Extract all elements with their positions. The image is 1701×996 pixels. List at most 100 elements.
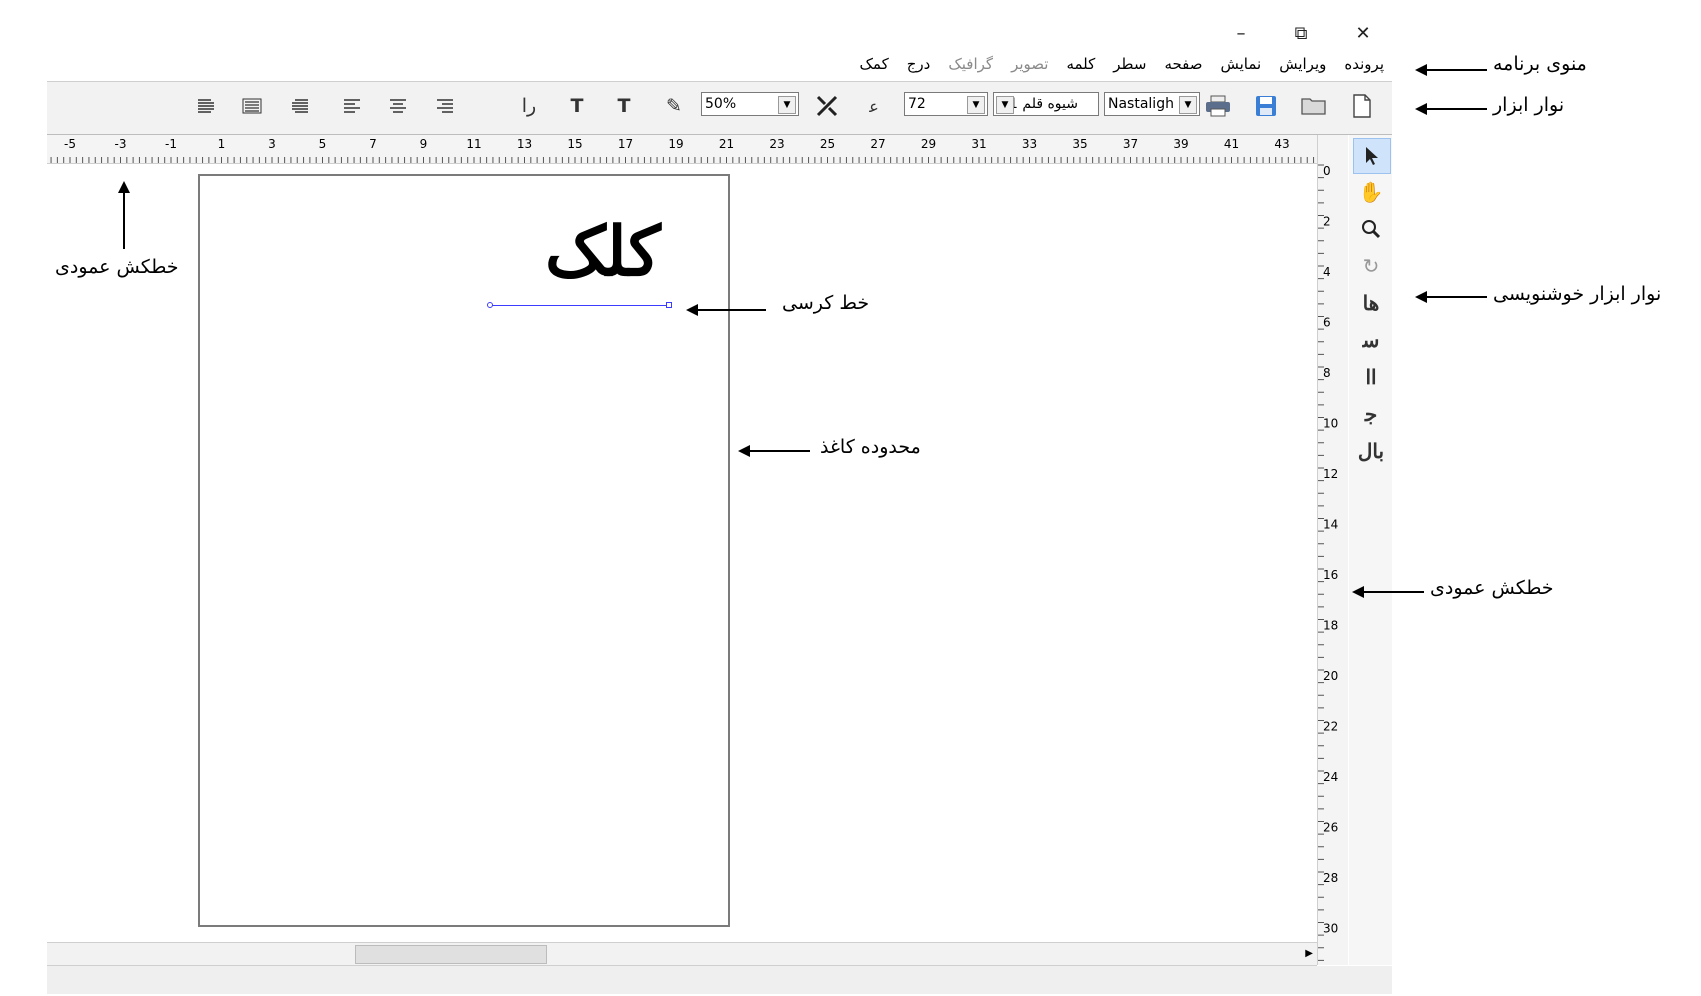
ruler-tick-label: 11 [466,137,481,151]
ruler-tick-label: 26 [1323,821,1338,835]
menu-item[interactable]: درج [907,55,931,73]
se-glyph-icon[interactable]: ﺳ [1353,323,1389,357]
size-select-value: 72 [908,96,926,112]
ruler-tick-label: 22 [1323,720,1338,734]
save-icon[interactable] [1251,91,1281,121]
ruler-tick-label: 7 [369,137,377,151]
ruler-tick-label: 25 [820,137,835,151]
vertical-ruler[interactable]: 0 2 4 6 8 10 12 14 16 18 20 22 24 26 28 30 [1317,135,1348,965]
callout-vertical-ruler-right: خطکش عمودی [1430,577,1554,599]
callout-arrow [1415,64,1487,76]
ruler-tick-label: 31 [971,137,986,151]
ruler-tick-label: -3 [115,137,127,151]
print-icon[interactable] [1203,91,1233,121]
baseline-line[interactable] [491,305,668,306]
ruler-tick-label: 29 [921,137,936,151]
calligraphy-word[interactable]: کلک [545,212,661,292]
select-arrow-icon[interactable] [1353,138,1391,174]
close-button[interactable]: ✕ [1348,22,1378,46]
ruler-tick-label: -5 [64,137,76,151]
align-center-icon[interactable] [383,91,413,121]
menu-item[interactable]: کمک [859,55,888,73]
ruler-tick-label: 3 [268,137,276,151]
menu-item[interactable]: گرافیک [948,55,993,73]
justify-all-icon[interactable] [237,91,267,121]
minimize-button[interactable]: – [1226,22,1256,46]
ruler-tick-label: 10 [1323,417,1338,431]
justify-left-icon[interactable] [191,91,221,121]
menu-items: پرونده ویرایش نمایش صفحه سطر کلمه تصویر گرافیک د… [859,55,1384,73]
callout-arrow [1415,103,1487,115]
ruler-tick-label: 9 [420,137,428,151]
callout-arrow [1415,291,1487,303]
baseline-start-handle[interactable] [487,302,493,308]
zoom-select[interactable]: 50% ▼ [701,92,799,116]
justify-right-icon[interactable] [285,91,315,121]
zoom-magnifier-icon[interactable] [1353,212,1389,246]
ruler-tick-label: 4 [1323,265,1331,279]
ruler-tick-label: 41 [1224,137,1239,151]
align-left-icon[interactable] [337,91,367,121]
callout-vertical-ruler-left: خطکش عمودی [55,256,179,278]
font-select[interactable]: Nastaligh ▼ [1104,92,1200,116]
text-size-up-icon[interactable]: T [562,91,592,121]
horizontal-ruler-ticks: -5 -3 -1 1 3 5 7 9 11 13 15 17 19 21 23 25 27 29 31 33 35 37 3… [19,137,1333,163]
toolbar: Nastaligh ▼ شیوه قلم 1 ▼ 72 ▼ ﻋ 50% ▼ ✎ … [47,82,1392,135]
callout-program-menu: منوی برنامه [1493,53,1587,75]
font-select-value: Nastaligh [1108,96,1174,112]
pen-icon[interactable]: ✎ [659,91,689,121]
menu-item[interactable]: صفحه [1164,55,1202,73]
ruler-tick-label: 43 [1274,137,1289,151]
size-select[interactable]: 72 ▼ [904,92,988,116]
menu-bar: پرونده ویرایش نمایش صفحه سطر کلمه تصویر گرافیک د… [47,51,1392,82]
menu-item[interactable]: پرونده [1344,55,1384,73]
menu-item[interactable]: نمایش [1221,55,1262,73]
restore-button[interactable]: ⧉ [1286,22,1316,46]
vertical-ruler-ticks: 024681012141618202224262830 [1318,164,1338,961]
ruler-tick-label: 33 [1022,137,1037,151]
callout-arrow [738,445,810,457]
hand-pan-icon[interactable]: ✋ [1353,175,1389,209]
zoom-select-value: 50% [705,96,737,112]
kashida-icon[interactable]: ﻋ [859,91,889,121]
chevron-down-icon: ▼ [996,96,1014,114]
scrollbar-thumb[interactable] [355,945,547,964]
ruler-tick-label: 14 [1323,518,1338,532]
callout-baseline: خط کرسی [782,292,870,314]
callout-arrow [686,304,766,316]
bal-glyph-icon[interactable]: بال [1353,434,1389,468]
ruler-tick-label: 5 [319,137,327,151]
tools-icon[interactable] [812,91,842,121]
text-size-down-icon[interactable]: T [609,91,639,121]
jim-glyph-icon[interactable]: ﺟ [1353,397,1389,431]
calligraphy-toolbar: ✋ ↻ ها ﺳ اا ﺟ بال [1349,135,1392,965]
ruler-tick-label: 13 [517,137,532,151]
ruler-tick-label: 28 [1323,871,1338,885]
menu-item[interactable]: تصویر [1011,55,1048,73]
ruler-tick-label: 2 [1323,215,1331,229]
pen-style-select[interactable]: شیوه قلم 1 ▼ [993,92,1099,116]
menu-item[interactable]: کلمه [1066,55,1095,73]
menu-item[interactable]: سطر [1113,55,1146,73]
ruler-tick-label: 1 [218,137,226,151]
callout-paper-area: محدوده کاغذ [820,436,921,458]
text-direction-icon[interactable]: ﺭا [514,91,544,121]
ruler-tick-label: 17 [618,137,633,151]
ruler-tick-label: 30 [1323,922,1338,936]
new-file-icon[interactable] [1347,91,1377,121]
chevron-down-icon: ▼ [1179,96,1197,114]
ruler-tick-label: 24 [1323,770,1338,784]
scroll-right-icon[interactable]: ▶ [1305,948,1313,959]
alef-glyph-icon[interactable]: اا [1353,360,1389,394]
ha-glyph-icon[interactable]: ها [1353,286,1389,320]
menu-item[interactable]: ویرایش [1279,55,1326,73]
open-folder-icon[interactable] [1299,91,1329,121]
ruler-tick-label: 0 [1323,164,1331,178]
horizontal-scrollbar[interactable]: ▶ [47,942,1317,966]
chevron-down-icon: ▼ [778,96,796,114]
rotate-icon[interactable]: ↻ [1353,249,1389,283]
baseline-end-handle[interactable] [666,302,672,308]
horizontal-ruler[interactable]: -5 -3 -1 1 3 5 7 9 11 13 15 17 19 21 23 25 27 29 31 33 35 37 3… [19,135,1337,164]
align-right-icon[interactable] [430,91,460,121]
ruler-tick-label: 37 [1123,137,1138,151]
